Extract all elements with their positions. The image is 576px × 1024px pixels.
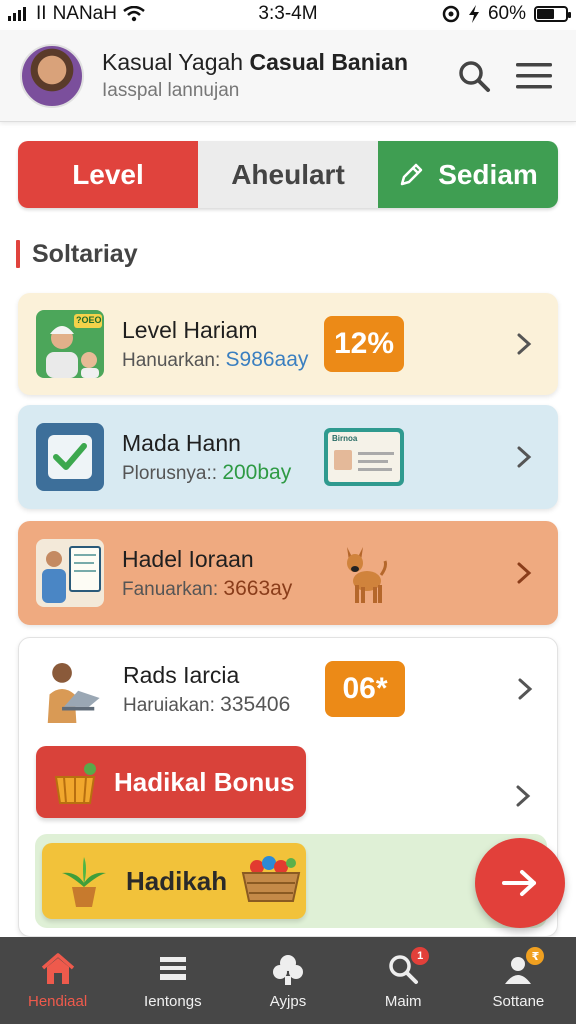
bonus-label: Hadikal Bonus [114, 766, 295, 797]
chevron-right-icon [510, 559, 538, 587]
nav-item-profile[interactable]: ₹ Sottane [461, 937, 576, 1024]
laptop-user-icon [47, 663, 100, 723]
nav-label: Maim [384, 993, 422, 1010]
item-subtitle: Fanuarkan: 3663ay [122, 577, 312, 601]
thumb-presenter [36, 539, 104, 607]
hadikah-label: Hadikah [126, 865, 228, 896]
header-subtitle: Iasspal lannujan [102, 80, 240, 101]
chevron-right-icon [510, 443, 538, 471]
carrier-bars: II [36, 3, 47, 24]
item-sub-label: Plorusnya:: [122, 462, 223, 484]
item-title: Mada Hann [122, 429, 241, 456]
sync-icon [442, 5, 460, 23]
item-sub-value: 335406 [220, 692, 291, 716]
thumb-people: ?OEO [36, 310, 104, 378]
item-sub-label: Haruiakan: [123, 694, 221, 716]
nav-label: Ayjps [269, 993, 307, 1010]
battery-icon [534, 6, 571, 22]
dog-illustration [324, 539, 404, 607]
profile-icon: ₹ [500, 947, 545, 987]
check-icon [48, 435, 92, 479]
list-icon [155, 951, 191, 987]
id-card-thumbnail: Birnoa [324, 428, 404, 486]
search-icon: 1 [385, 947, 430, 987]
list-card-level[interactable]: ?OEO Level Hariam Hanuarkan: S986aay 12% [18, 293, 558, 395]
bottom-navigation: Hendiaal Ientongs Ayjps 1 Maim ₹ Sottane [0, 937, 576, 1024]
item-sub-value: 3663ay [223, 576, 293, 600]
item-subtitle: Hanuarkan: S986aay [122, 348, 312, 372]
count-badge: 06* [325, 661, 405, 717]
header-title-plain: Kasual Yagah [102, 49, 250, 75]
nav-item-home[interactable]: Hendiaal [0, 937, 115, 1024]
header-title-bold: Casual Banian [249, 49, 409, 75]
arrow-right-icon [502, 870, 536, 896]
menu-button[interactable] [512, 54, 556, 98]
item-title: Hadel Ioraan [122, 545, 254, 572]
nav-label: Hendiaal [27, 993, 88, 1010]
list-card-hadel[interactable]: Hadel Ioraan Fanuarkan: 3663ay [18, 521, 558, 625]
search-icon [459, 60, 490, 92]
nav-item-list[interactable]: Ientongs [115, 937, 230, 1024]
carrier-name: NANaH [52, 3, 117, 24]
notification-badge: 1 [411, 947, 430, 965]
search-button[interactable] [452, 54, 496, 98]
chevron-right-icon [509, 782, 537, 810]
rads-row[interactable]: Rads Iarcia Haruiakan: 335406 06* [19, 637, 559, 741]
apps-icon [270, 951, 306, 987]
status-time: 3:3-4M [258, 3, 318, 24]
app-header: Kasual Yagah Casual Banian Iasspal lannu… [0, 30, 576, 122]
percent-badge: 12% [324, 316, 404, 372]
header-title: Kasual Yagah Casual Banian [102, 49, 436, 76]
item-title: Rads Iarcia [123, 661, 240, 688]
gift-basket-icon [50, 757, 100, 807]
charging-bolt-icon [468, 5, 479, 23]
pencil-icon [400, 163, 423, 185]
bonus-button[interactable]: Hadikal Bonus [36, 746, 306, 818]
item-sub-value: S986aay [225, 347, 309, 371]
segmented-control: Level Aheulart Sediam [18, 141, 558, 208]
hadikah-button[interactable]: Hadikah [42, 843, 306, 919]
item-subtitle: Haruiakan: 335406 [123, 693, 313, 717]
tab-level[interactable]: Level [18, 141, 198, 208]
id-card-label: Birnoa [332, 434, 358, 443]
item-title: Level Hariam [122, 316, 258, 343]
section-header: Soltariay [16, 238, 138, 270]
chevron-right-icon [511, 675, 539, 703]
hamburger-icon [516, 62, 552, 88]
thumb-label: ?OEO [76, 315, 102, 325]
avatar[interactable] [20, 43, 84, 108]
nav-item-search[interactable]: 1 Maim [346, 937, 461, 1024]
presenter-icon [42, 546, 101, 603]
nav-label: Sottane [492, 993, 545, 1010]
chevron-right-icon [510, 330, 538, 358]
section-title: Soltariay [32, 239, 138, 268]
thumb-laptop-man [37, 655, 105, 723]
plant-icon [56, 853, 112, 909]
section-accent-bar [16, 240, 20, 268]
tab-aheulart[interactable]: Aheulart [198, 141, 378, 208]
dog-icon [347, 547, 387, 603]
thumb-check [36, 423, 104, 491]
item-sub-value: 200bay [222, 460, 292, 484]
item-sub-label: Fanuarkan: [122, 578, 224, 600]
wifi-icon [123, 6, 145, 22]
battery-percent: 60% [487, 3, 526, 24]
item-sub-label: Hanuarkan: [122, 349, 226, 371]
list-card-mada[interactable]: Mada Hann Plorusnya:: 200bay Birnoa [18, 405, 558, 509]
tab-sediam[interactable]: Sediam [378, 141, 558, 208]
signal-icon [8, 7, 26, 21]
nav-item-apps[interactable]: Ayjps [230, 937, 345, 1024]
status-bar: II NANaH 3:3-4M 60% [0, 0, 576, 28]
nav-label: Ientongs [144, 993, 202, 1010]
next-fab-button[interactable] [475, 838, 565, 928]
item-subtitle: Plorusnya:: 200bay [122, 461, 312, 485]
home-icon [40, 951, 76, 987]
fruit-basket-icon [241, 853, 301, 910]
tab-sediam-label: Sediam [438, 158, 538, 190]
currency-badge: ₹ [526, 947, 545, 965]
